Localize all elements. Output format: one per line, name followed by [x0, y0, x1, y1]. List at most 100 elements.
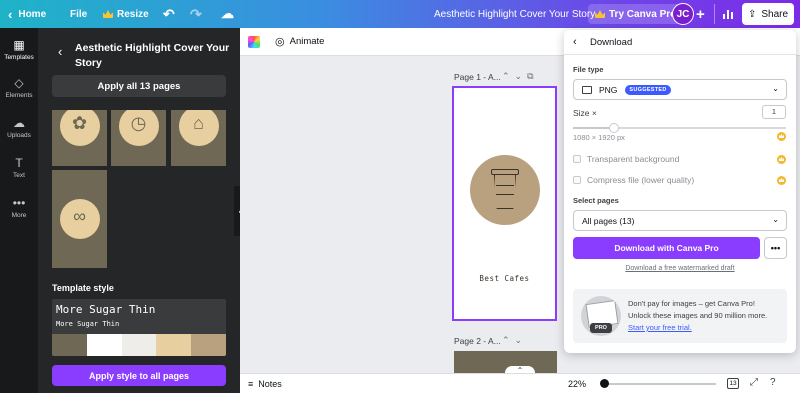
help-icon[interactable]: ? [770, 377, 776, 388]
promo-text: Don't pay for images – get Canva Pro! Un… [628, 298, 778, 334]
chevron-up-icon[interactable]: ⌃ [502, 71, 515, 81]
house-icon: ⌂ [193, 113, 204, 133]
chevron-left-icon: ‹ [8, 6, 13, 22]
zoom-slider-handle[interactable] [600, 379, 609, 388]
page-label: Page 2 - A... [454, 336, 501, 346]
text-icon: T [15, 156, 23, 170]
body-font-sample: More Sugar Thin [56, 320, 120, 328]
template-thumbnail[interactable]: ◷ [111, 110, 166, 166]
more-options-icon[interactable]: ••• [764, 237, 787, 259]
free-watermarked-link[interactable]: Download a free watermarked draft [564, 265, 796, 272]
size-pixels: 1080 × 1920 px [573, 133, 625, 142]
bottom-bar: ≡ Notes 22% 13 ⤢ ? [240, 373, 800, 393]
animate-label: Animate [289, 36, 325, 47]
rail-label: Templates [4, 54, 34, 61]
color-picker-icon[interactable] [248, 36, 260, 48]
duplicate-page-icon[interactable]: ⧉ [527, 71, 538, 81]
apply-style-button[interactable]: Apply style to all pages [52, 365, 226, 386]
file-menu[interactable]: File [70, 0, 87, 28]
animate-button[interactable]: ◎ Animate [275, 35, 324, 48]
rail-item-elements[interactable]: ◇ Elements [0, 76, 38, 99]
heading-font-sample: More Sugar Thin [56, 303, 156, 316]
pro-crown-icon [777, 155, 786, 164]
notes-button[interactable]: ≡ Notes [248, 379, 282, 389]
rail-item-uploads[interactable]: ☁ Uploads [0, 116, 38, 139]
pro-badge: PRO [590, 323, 612, 333]
template-thumbnail[interactable]: ✿ [52, 110, 107, 166]
chevron-down-icon: ⌄ [772, 84, 779, 93]
notes-icon: ≡ [248, 379, 254, 389]
size-slider-handle[interactable] [609, 123, 619, 133]
swatch [156, 334, 192, 356]
checkbox-box [573, 176, 581, 184]
suggested-badge: SUGGESTED [625, 84, 671, 95]
crown-icon [103, 10, 113, 18]
avatar[interactable]: JC [672, 3, 694, 25]
download-heading: Download [590, 37, 633, 48]
checkbox-label: Compress file (lower quality) [587, 175, 695, 185]
color-palette [52, 334, 226, 356]
crown-icon [595, 10, 605, 18]
try-pro-button[interactable]: Try Canva Pro [588, 4, 684, 24]
page-1[interactable]: Best Cafes [452, 86, 557, 321]
more-icon: ••• [12, 196, 26, 210]
template-thumbnail[interactable]: ∞ [52, 170, 107, 268]
cloud-save-icon[interactable]: ☁ [221, 0, 234, 28]
size-label: Size × [573, 108, 597, 118]
elements-icon: ◇ [14, 76, 24, 90]
page-count[interactable]: 13 [727, 378, 739, 389]
upload-icon: ☁ [13, 116, 25, 130]
back-icon[interactable]: ‹ [58, 44, 62, 59]
chevron-up-icon[interactable]: ⌃ [502, 335, 515, 345]
clock-icon: ◷ [130, 113, 147, 133]
share-button[interactable]: ⇪ Share [742, 3, 794, 25]
free-trial-link[interactable]: Start your free trial. [628, 323, 692, 332]
swatch [52, 334, 87, 356]
chevron-down-icon[interactable]: ⌄ [515, 335, 528, 345]
rail-label: Text [13, 172, 25, 179]
zoom-level[interactable]: 22% [568, 379, 586, 389]
animate-icon: ◎ [275, 36, 285, 48]
share-icon: ⇪ [747, 8, 757, 20]
rail-label: Elements [5, 92, 33, 99]
insights-icon[interactable] [714, 4, 738, 24]
undo-icon[interactable]: ↶ [163, 0, 175, 28]
page-label: Page 1 - A... [454, 72, 501, 82]
fullscreen-icon[interactable]: ⤢ [750, 377, 758, 388]
show-pages-handle[interactable]: ⌃ [505, 366, 535, 373]
zoom-slider[interactable] [604, 383, 716, 385]
rail-item-templates[interactable]: ▦ Templates [0, 38, 38, 61]
size-input[interactable]: 1 [762, 105, 786, 119]
swatch [191, 334, 226, 356]
resize-button[interactable]: Resize [103, 0, 149, 28]
select-pages-dropdown[interactable]: All pages (13) ⌄ [573, 210, 787, 231]
template-style-label: Template style [52, 283, 114, 293]
template-style-card[interactable]: More Sugar Thin More Sugar Thin [52, 299, 226, 356]
apply-all-pages-button[interactable]: Apply all 13 pages [52, 75, 226, 97]
compress-file-checkbox[interactable]: Compress file (lower quality) [573, 175, 694, 185]
rail-label: More [11, 212, 27, 219]
chevron-down-icon: ⌄ [772, 215, 779, 224]
side-rail: ▦ Templates ◇ Elements ☁ Uploads T Text … [0, 28, 38, 393]
coffee-cup-icon [491, 169, 519, 209]
size-slider[interactable] [573, 127, 786, 129]
resize-label: Resize [117, 8, 149, 20]
chevron-down-icon[interactable]: ⌄ [515, 71, 528, 81]
notes-label: Notes [258, 379, 282, 389]
select-pages-value: All pages (13) [582, 215, 635, 226]
rail-item-text[interactable]: T Text [0, 156, 38, 179]
promo-message: Don't pay for images – get Canva Pro! Un… [628, 299, 768, 320]
download-with-pro-button[interactable]: Download with Canva Pro [573, 237, 760, 259]
back-icon[interactable]: ‹ [573, 36, 577, 48]
rail-item-more[interactable]: ••• More [0, 196, 38, 219]
design-title[interactable]: Aesthetic Highlight Cover Your Story [434, 0, 595, 28]
redo-icon[interactable]: ↷ [190, 0, 202, 28]
cover-caption[interactable]: Best Cafes [454, 274, 555, 283]
transparent-background-checkbox[interactable]: Transparent background [573, 154, 679, 164]
file-type-select[interactable]: PNG SUGGESTED ⌄ [573, 79, 787, 100]
add-person-icon[interactable]: + [696, 0, 705, 28]
page-tools: ⌃⌄⧉ [502, 71, 539, 82]
template-thumbnail[interactable]: ⌂ [171, 110, 226, 166]
cover-circle [470, 155, 540, 225]
home-button[interactable]: ‹ Home [8, 0, 46, 28]
